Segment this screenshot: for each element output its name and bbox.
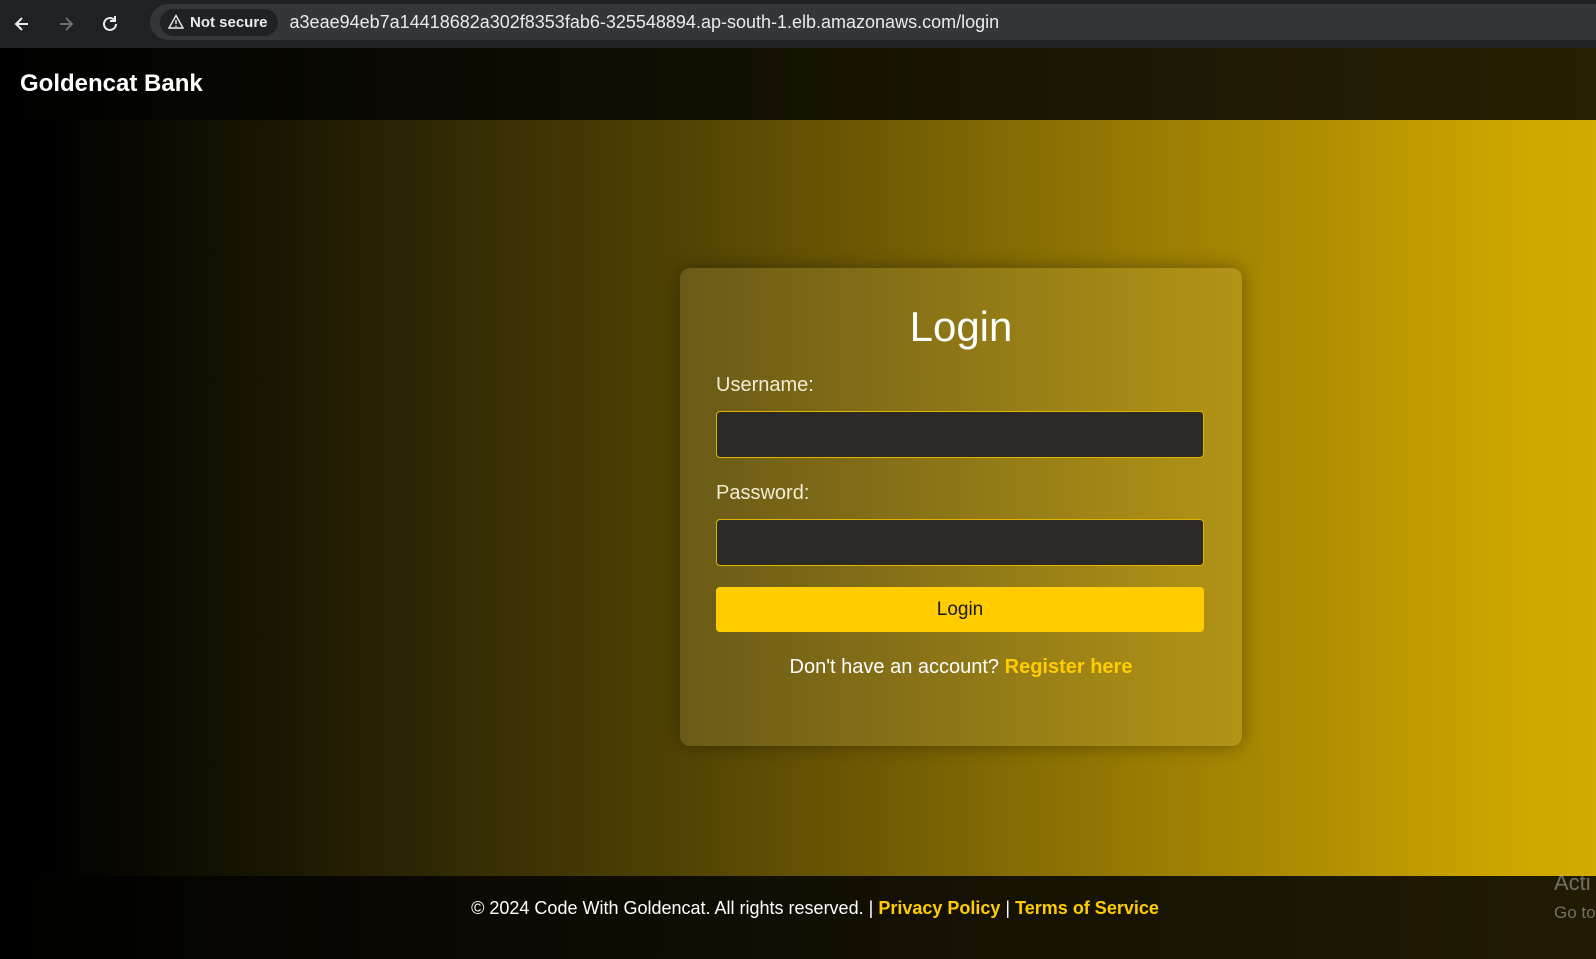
footer-separator: | bbox=[1005, 898, 1011, 918]
site-header: Goldencat Bank bbox=[0, 48, 1596, 120]
hero-section: Login Username: Password: Login Don't ha… bbox=[48, 120, 1596, 876]
back-button[interactable] bbox=[0, 4, 44, 44]
forward-button[interactable] bbox=[44, 4, 88, 44]
security-indicator[interactable]: Not secure bbox=[160, 8, 278, 36]
terms-of-service-link[interactable]: Terms of Service bbox=[1015, 898, 1159, 918]
browser-toolbar: Not secure a3eae94eb7a14418682a302f8353f… bbox=[0, 0, 1596, 48]
privacy-policy-link[interactable]: Privacy Policy bbox=[878, 898, 1000, 918]
security-label: Not secure bbox=[190, 13, 268, 31]
footer-copyright: © 2024 Code With Goldencat. All rights r… bbox=[471, 898, 864, 918]
arrow-left-icon bbox=[14, 17, 28, 31]
password-label: Password: bbox=[716, 482, 810, 504]
password-input[interactable] bbox=[716, 519, 1204, 566]
watermark-line: Go to bbox=[1554, 903, 1596, 922]
login-button[interactable]: Login bbox=[716, 587, 1204, 632]
brand-logo-text[interactable]: Goldencat Bank bbox=[20, 70, 203, 98]
address-bar[interactable]: Not secure a3eae94eb7a14418682a302f8353f… bbox=[150, 4, 1596, 40]
arrow-right-icon bbox=[60, 17, 74, 31]
url-text[interactable]: a3eae94eb7a14418682a302f8353fab6-3255488… bbox=[290, 12, 1000, 33]
register-prompt: Don't have an account? bbox=[789, 656, 1000, 678]
reload-icon bbox=[103, 16, 117, 31]
register-link[interactable]: Register here bbox=[1005, 656, 1133, 678]
footer-separator: | bbox=[868, 898, 874, 918]
activation-watermark: Acti Go to bbox=[1554, 868, 1596, 928]
watermark-line: Acti bbox=[1554, 870, 1591, 895]
reload-button[interactable] bbox=[88, 4, 132, 44]
page: Goldencat Bank Login Username: Password:… bbox=[0, 48, 1596, 959]
warning-icon bbox=[168, 14, 184, 29]
username-input[interactable] bbox=[716, 411, 1204, 458]
username-label: Username: bbox=[716, 374, 814, 396]
page-title: Login bbox=[909, 303, 1013, 350]
login-card: Login Username: Password: Login Don't ha… bbox=[680, 268, 1242, 746]
site-footer: © 2024 Code With Goldencat. All rights r… bbox=[0, 876, 1596, 959]
register-row: Don't have an account? Register here bbox=[716, 656, 1206, 679]
